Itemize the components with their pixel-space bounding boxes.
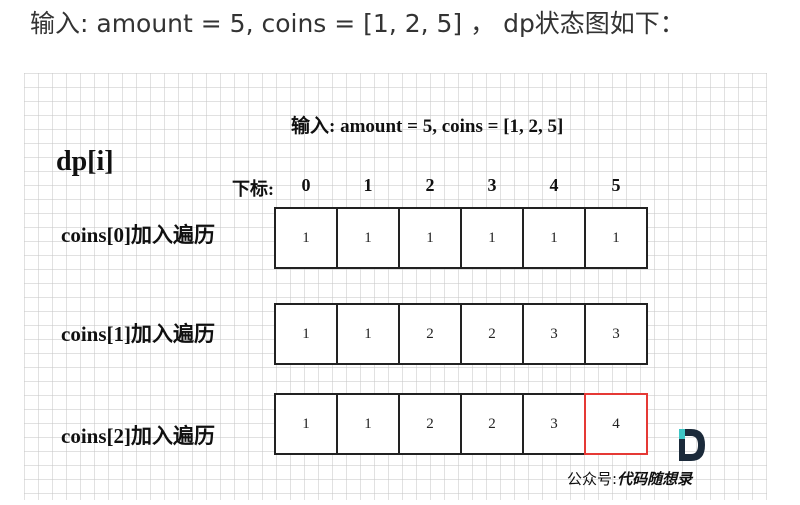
dp-array-label: dp[i]: [56, 146, 114, 177]
dp-cell: 1: [584, 207, 648, 269]
dp-cell: 3: [522, 393, 586, 455]
dp-cell: 1: [274, 303, 338, 365]
dp-cell: 1: [274, 207, 338, 269]
index-label: 1: [363, 175, 373, 195]
dp-cell: 3: [584, 303, 648, 365]
dp-cell: 1: [336, 393, 400, 455]
row-label: coins[1]加入遍历: [61, 322, 215, 346]
page-heading: 输入: amount = 5, coins = [1, 2, 5] ， dp状态…: [30, 9, 685, 38]
row-label: coins[2]加入遍历: [61, 424, 215, 448]
dp-cell: 3: [522, 303, 586, 365]
dp-cell: 1: [522, 207, 586, 269]
dp-cell: 2: [398, 303, 462, 365]
d-logo-icon: [679, 429, 705, 461]
index-label: 0: [301, 175, 311, 195]
watermark: 公众号:代码随想录: [567, 468, 692, 489]
dp-cell-highlighted: 4: [584, 393, 648, 455]
index-label: 5: [611, 175, 621, 195]
diagram-subtitle: 输入: amount = 5, coins = [1, 2, 5]: [291, 116, 564, 137]
dp-cell: 2: [460, 303, 524, 365]
index-label: 4: [549, 175, 559, 195]
dp-state-diagram: 输入: amount = 5, coins = [1, 2, 5] dp[i] …: [24, 73, 767, 500]
dp-cell: 1: [398, 207, 462, 269]
row-label: coins[0]加入遍历: [61, 223, 215, 247]
index-label: 2: [425, 175, 435, 195]
index-caption: 下标:: [232, 179, 274, 199]
dp-cell: 1: [274, 393, 338, 455]
watermark-prefix: 公众号:: [567, 470, 618, 488]
dp-cell: 1: [336, 207, 400, 269]
dp-cell: 2: [398, 393, 462, 455]
dp-cell: 1: [460, 207, 524, 269]
index-label: 3: [487, 175, 497, 195]
dp-cell: 2: [460, 393, 524, 455]
dp-cell: 1: [336, 303, 400, 365]
watermark-brand: 代码随想录: [617, 470, 693, 488]
